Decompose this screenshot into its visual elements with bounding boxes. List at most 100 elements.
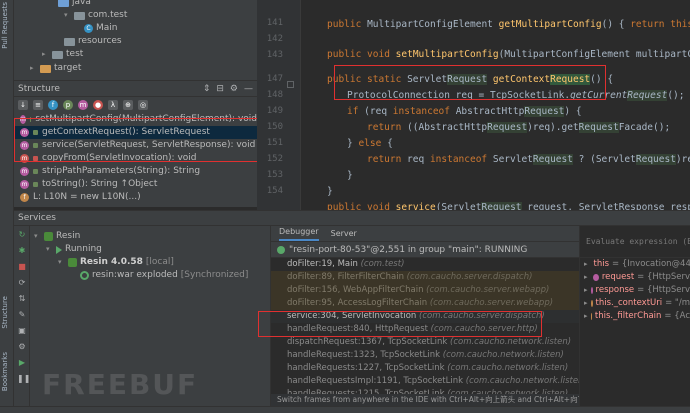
- field-watch-icon: [590, 300, 593, 307]
- rerun-icon[interactable]: ↻: [17, 230, 27, 240]
- code-line-return-facade: return ((AbstractHttpRequest)req).getReq…: [367, 122, 671, 133]
- tab-debugger[interactable]: Debugger: [279, 227, 319, 241]
- minimize-icon[interactable]: —: [244, 84, 253, 94]
- line-number: 151: [266, 138, 283, 148]
- services-tree: ↻ ✱ ■ ⟳ ⇅ ✎ ▣ ⚙ ▶ ❚❚ ▾ Resin ▾ Running ▾…: [14, 226, 271, 406]
- pull-requests-tab[interactable]: Pull Requests: [1, 2, 9, 49]
- deploy-icon[interactable]: ⇅: [17, 294, 27, 304]
- pause-icon[interactable]: ❚❚: [17, 374, 30, 384]
- public-icon: [33, 169, 38, 174]
- public-icon: [33, 130, 38, 135]
- chevron-down-icon: ▾: [34, 232, 38, 240]
- variable-row[interactable]: ▸ response = {HttpServ: [580, 284, 690, 297]
- gear-icon[interactable]: ⚙: [230, 84, 238, 94]
- structure-item-service[interactable]: m service(ServletRequest, ServletRespons…: [14, 139, 257, 152]
- wrench-icon[interactable]: ✎: [17, 310, 27, 320]
- service-running[interactable]: ▾ Running: [46, 243, 102, 256]
- frame-row[interactable]: handleRequest:840, HttpRequest (com.cauc…: [271, 323, 579, 336]
- class-icon: C: [84, 24, 93, 33]
- tree-item-test[interactable]: ▸ test: [42, 48, 83, 61]
- code-line-service: public void service(ServletRequest reque…: [327, 200, 690, 210]
- collapse-icon[interactable]: ⇕: [203, 84, 211, 94]
- structure-item-setmultipartconfig[interactable]: m setMultipartConfig(MultipartConfigElem…: [14, 113, 257, 126]
- line-number: 147: [266, 74, 283, 84]
- tree-item-target[interactable]: ▸ target: [30, 62, 81, 75]
- services-toolbar: ↻ ✱ ■ ⟳ ⇅ ✎ ▣ ⚙ ▶ ❚❚: [14, 226, 30, 406]
- tree-item-java[interactable]: java: [58, 0, 91, 9]
- structure-item-strippathparameters[interactable]: m stripPathParameters(String): String: [14, 165, 257, 178]
- debugger-tabs: Debugger Server: [271, 226, 579, 242]
- code-editor[interactable]: 141 142 143 147 148 149 150 151 152 153 …: [257, 0, 690, 210]
- tree-item-main[interactable]: C Main: [84, 22, 118, 35]
- frame-row[interactable]: handleRequests:1227, TcpSocketLink (com.…: [271, 362, 579, 375]
- service-war-exploded[interactable]: resin:war exploded [Synchronized]: [80, 269, 248, 282]
- camera-icon[interactable]: ▣: [17, 326, 27, 336]
- anonymous-classes-icon[interactable]: ⊕: [123, 100, 133, 110]
- settings-icon[interactable]: ⚙: [17, 342, 27, 352]
- structure-panel: Structure ⇕ ⊟ ⚙ — ↓ ≡ f p m ● λ ⊕ ◎ m se…: [14, 80, 257, 207]
- method-icon: m: [20, 154, 29, 163]
- tab-server[interactable]: Server: [331, 229, 357, 241]
- frame-row[interactable]: doFilter:156, WebAppFilterChain (com.cau…: [271, 284, 579, 297]
- frame-row[interactable]: doFilter:95, AccessLogFilterChain (com.c…: [271, 297, 579, 310]
- variable-row[interactable]: ▸ this = {Invocation@44: [580, 258, 690, 271]
- line-number: 152: [266, 154, 283, 164]
- fold-icon[interactable]: [287, 81, 294, 88]
- sort-alpha-icon[interactable]: ↓: [18, 100, 28, 110]
- sort-visibility-icon[interactable]: ≡: [33, 100, 43, 110]
- tree-item-resources[interactable]: resources: [64, 35, 122, 48]
- run-icon: [56, 245, 62, 254]
- chevron-right-icon: ▸: [584, 260, 588, 268]
- tree-item-com-test[interactable]: ▾ com.test: [64, 9, 127, 22]
- bottom-tool-bar: [0, 406, 690, 413]
- structure-item-l10n[interactable]: f L: L10N = new L10N(...): [14, 191, 257, 204]
- structure-side-tab[interactable]: Structure: [1, 296, 9, 329]
- code-line-close-method: }: [327, 186, 333, 197]
- code-line-getcontextrequest: public static ServletRequest getContextR…: [327, 74, 614, 85]
- autoscroll-icon[interactable]: ◎: [138, 100, 148, 110]
- stop-icon[interactable]: ■: [17, 262, 27, 272]
- chevron-right-icon: ▸: [42, 50, 46, 58]
- method-icon: m: [20, 141, 29, 150]
- frame-row[interactable]: handleRequestsImpl:1191, TcpSocketLink (…: [271, 375, 579, 388]
- structure-item-getcontextrequest[interactable]: m getContextRequest(): ServletRequest: [14, 126, 257, 139]
- bookmarks-side-tab[interactable]: Bookmarks: [1, 352, 9, 391]
- frame-row-current[interactable]: service:304, ServletInvocation (com.cauc…: [271, 310, 579, 323]
- debug-icon[interactable]: ✱: [17, 246, 27, 256]
- show-properties-icon[interactable]: p: [63, 100, 73, 110]
- resume-icon[interactable]: ▶: [17, 358, 27, 368]
- evaluate-expression-input[interactable]: Evaluate expression (E: [580, 226, 690, 258]
- chevron-right-icon: ▸: [584, 312, 588, 320]
- service-resin-4058[interactable]: ▾ Resin 4.0.58 [local]: [58, 256, 174, 269]
- service-resin[interactable]: ▾ Resin: [34, 230, 80, 243]
- variable-row[interactable]: ▸ this._contextUri = "/m: [580, 297, 690, 310]
- structure-item-tostring[interactable]: m toString(): String ↑Object: [14, 178, 257, 191]
- frame-row[interactable]: doFilter:19, Main (com.test): [271, 258, 579, 271]
- show-fields-icon[interactable]: f: [48, 100, 58, 110]
- public-icon: [33, 143, 38, 148]
- expand-icon[interactable]: ⊟: [216, 84, 224, 94]
- structure-item-copyfrom[interactable]: m copyFrom(ServletInvocation): void: [14, 152, 257, 165]
- line-number-gutter: 141 142 143 147 148 149 150 151 152 153 …: [257, 0, 301, 210]
- code-line-if-instanceof: if (req instanceof AbstractHttpRequest) …: [347, 106, 582, 117]
- public-icon: [29, 117, 32, 122]
- chevron-right-icon: ▸: [584, 299, 588, 307]
- method-icon: m: [20, 115, 26, 124]
- folder-icon: [74, 11, 85, 20]
- update-icon[interactable]: ⟳: [17, 278, 27, 288]
- artifact-icon: [80, 271, 89, 280]
- show-lambdas-icon[interactable]: λ: [108, 100, 118, 110]
- frame-row[interactable]: handleRequest:1323, TcpSocketLink (com.c…: [271, 349, 579, 362]
- variable-row[interactable]: ▸ request = {HttpServ: [580, 271, 690, 284]
- thread-selector[interactable]: "resin-port-80-53"@2,551 in group "main"…: [271, 242, 579, 258]
- structure-title: Structure: [18, 83, 60, 94]
- chevron-down-icon: ▾: [58, 258, 62, 266]
- variable-row[interactable]: ▸ this._filterChain = {Ac: [580, 310, 690, 323]
- method-icon: m: [20, 167, 29, 176]
- frame-row[interactable]: dispatchRequest:1367, TcpSocketLink (com…: [271, 336, 579, 349]
- show-non-public-icon[interactable]: ●: [93, 100, 103, 110]
- line-number: 153: [266, 170, 283, 180]
- line-number: 148: [266, 90, 283, 100]
- show-inherited-icon[interactable]: m: [78, 100, 88, 110]
- frame-row[interactable]: doFilter:89, FilterFilterChain (com.cauc…: [271, 271, 579, 284]
